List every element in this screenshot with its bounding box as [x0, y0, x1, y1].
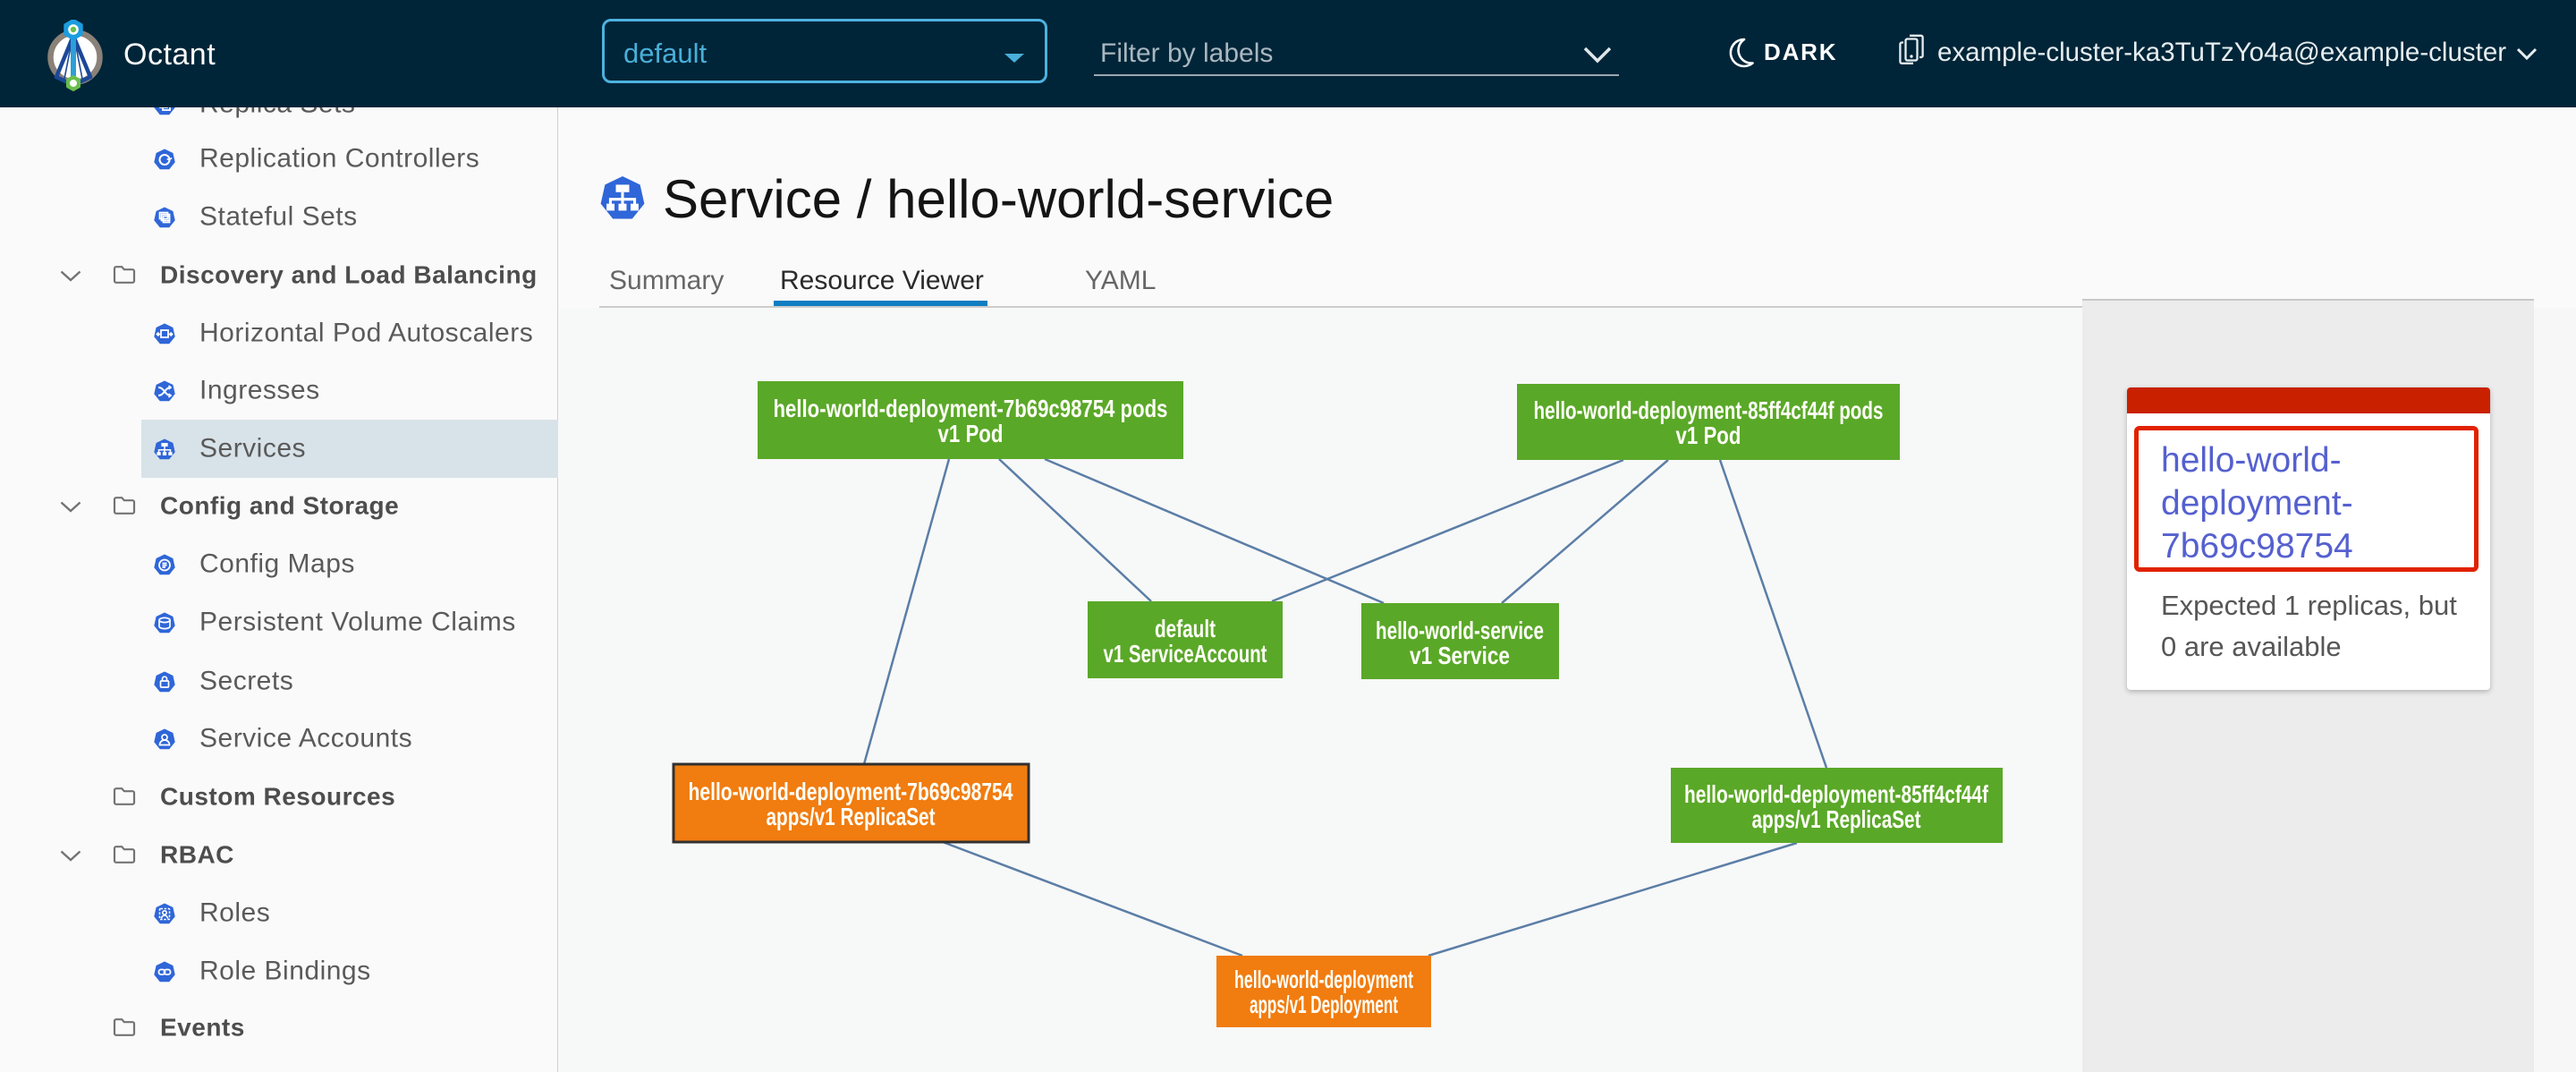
svg-text:hello-world-deployment-85ff4cf: hello-world-deployment-85ff4cf44f pods: [1534, 396, 1884, 424]
svg-text:hello-world-deployment: hello-world-deployment: [1234, 966, 1413, 993]
svg-text:apps/v1 Deployment: apps/v1 Deployment: [1250, 991, 1398, 1018]
svg-text:v1 Pod: v1 Pod: [938, 420, 1004, 447]
svg-text:apps/v1 ReplicaSet: apps/v1 ReplicaSet: [1752, 805, 1921, 833]
svg-text:hello-world-service: hello-world-service: [1376, 617, 1544, 644]
svg-text:v1 Service: v1 Service: [1410, 642, 1510, 669]
svg-text:v1 ServiceAccount: v1 ServiceAccount: [1104, 640, 1267, 668]
svg-text:hello-world-deployment-7b69c98: hello-world-deployment-7b69c98754: [689, 778, 1013, 805]
svg-text:v1 Pod: v1 Pod: [1676, 421, 1741, 449]
svg-text:default: default: [1155, 615, 1216, 642]
svg-text:hello-world-deployment-7b69c98: hello-world-deployment-7b69c98754 pods: [774, 395, 1168, 422]
svg-text:hello-world-deployment-85ff4cf: hello-world-deployment-85ff4cf44f: [1684, 780, 1988, 808]
svg-text:apps/v1 ReplicaSet: apps/v1 ReplicaSet: [767, 803, 936, 830]
